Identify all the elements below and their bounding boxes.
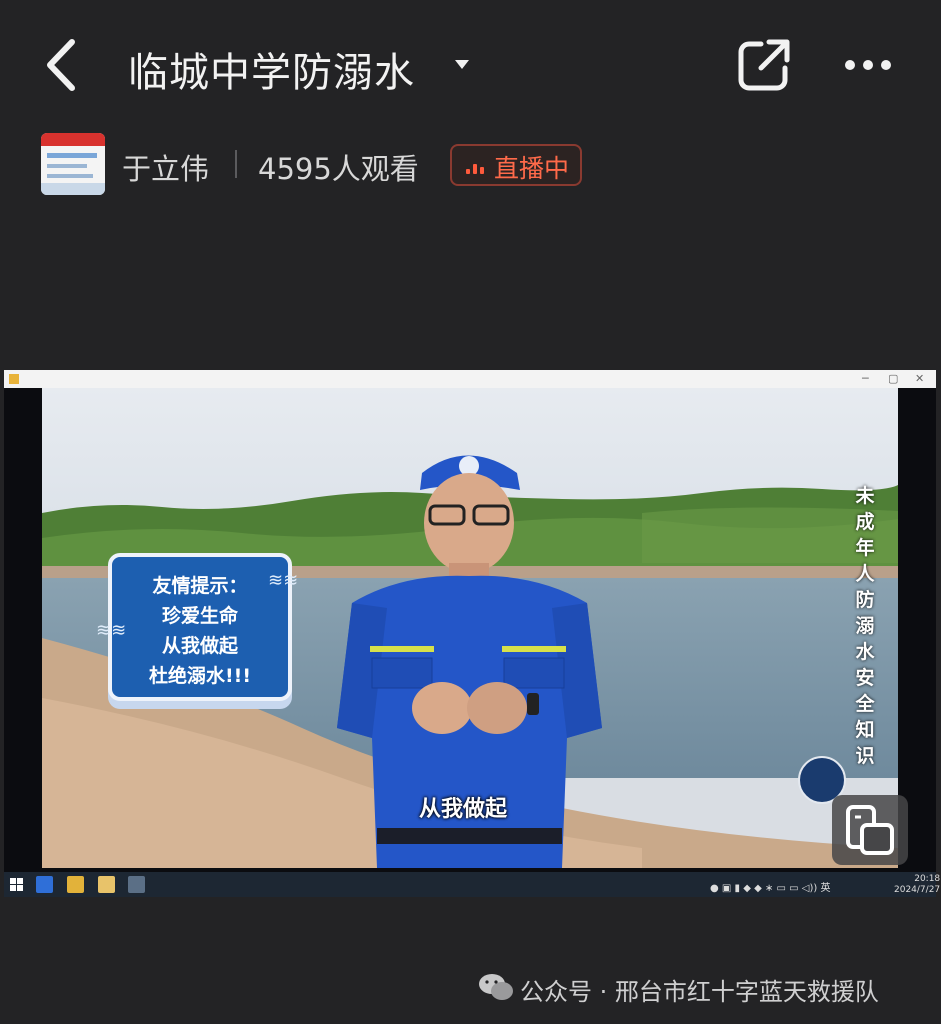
wave-icon: ≋≋ [96,620,127,641]
more-button[interactable] [842,48,894,82]
system-tray[interactable]: ● ▣ ▮ ◆ ◆ ∗ ▭ ▭ ◁)) 英 [710,879,830,894]
wechat-icon [479,974,513,1000]
watermark: 公众号 · 邢台市红十字蓝天救援队 [478,969,938,1009]
wave-icon: ≋≋ [268,570,299,591]
shared-screen: ─ ▢ ✕ 友情提示： 珍爱生命 从我做起 杜绝溺水!!! ≋≋ ≋≋ 未成年人… [4,370,940,897]
taskbar-clock[interactable]: 20:18 2024/7/27 [894,874,940,896]
taskbar-app-icon[interactable] [128,876,145,893]
back-button[interactable] [38,36,88,94]
picture-in-picture-button[interactable] [832,795,908,865]
tip-line: 杜绝溺水!!! [149,665,251,687]
windows-start-icon[interactable] [10,878,23,891]
avatar[interactable] [41,133,105,195]
live-badge: 直播中 [450,144,582,186]
tip-line: 从我做起 [161,635,238,657]
more-dots-icon [845,60,891,70]
caret-down-icon[interactable] [455,60,469,69]
video-subtitle: 从我做起 [419,797,508,822]
tip-line: 友情提示： [152,575,248,597]
ime-indicator[interactable]: 英 [820,883,830,894]
close-icon[interactable]: ✕ [915,372,924,385]
maximize-icon[interactable]: ▢ [888,372,898,385]
live-bars-icon [466,158,486,174]
chevron-left-icon [47,39,75,91]
tip-line: 珍爱生命 [161,605,238,627]
folder-icon[interactable] [98,876,115,893]
viewer-count: 4595人观看 [258,152,419,186]
clock-time: 20:18 [914,874,941,884]
taskbar-app-icon[interactable] [36,876,53,893]
share-button[interactable] [735,36,793,94]
clock-date: 2024/7/27 [894,885,941,895]
top-bar: 临城中学防溺水 [0,0,941,130]
minimize-icon[interactable]: ─ [862,372,869,385]
picture-in-picture-icon [846,805,894,855]
window-titlebar: ─ ▢ ✕ [4,370,936,388]
divider [235,150,237,178]
streamer-name[interactable]: 于立伟 [122,146,209,188]
safety-tip-card: 友情提示： 珍爱生命 从我做起 杜绝溺水!!! [108,553,292,701]
taskbar-app-icon[interactable] [67,876,84,893]
share-external-icon [738,39,790,91]
video-vertical-title: 未成年人防溺水安全知识 [855,485,875,767]
video-player[interactable]: 友情提示： 珍爱生命 从我做起 杜绝溺水!!! ≋≋ ≋≋ 未成年人防溺水安全知… [42,388,898,868]
page-title[interactable]: 临城中学防溺水 [128,40,415,98]
watermark-text: 公众号 · 邢台市红十字蓝天救援队 [520,978,879,1006]
app-icon [9,374,19,384]
live-badge-label: 直播中 [494,154,570,183]
streamer-row: 于立伟 4595人观看 直播中 [0,130,941,200]
windows-taskbar: ● ▣ ▮ ◆ ◆ ∗ ▭ ▭ ◁)) 英 20:18 2024/7/27 [4,872,940,897]
